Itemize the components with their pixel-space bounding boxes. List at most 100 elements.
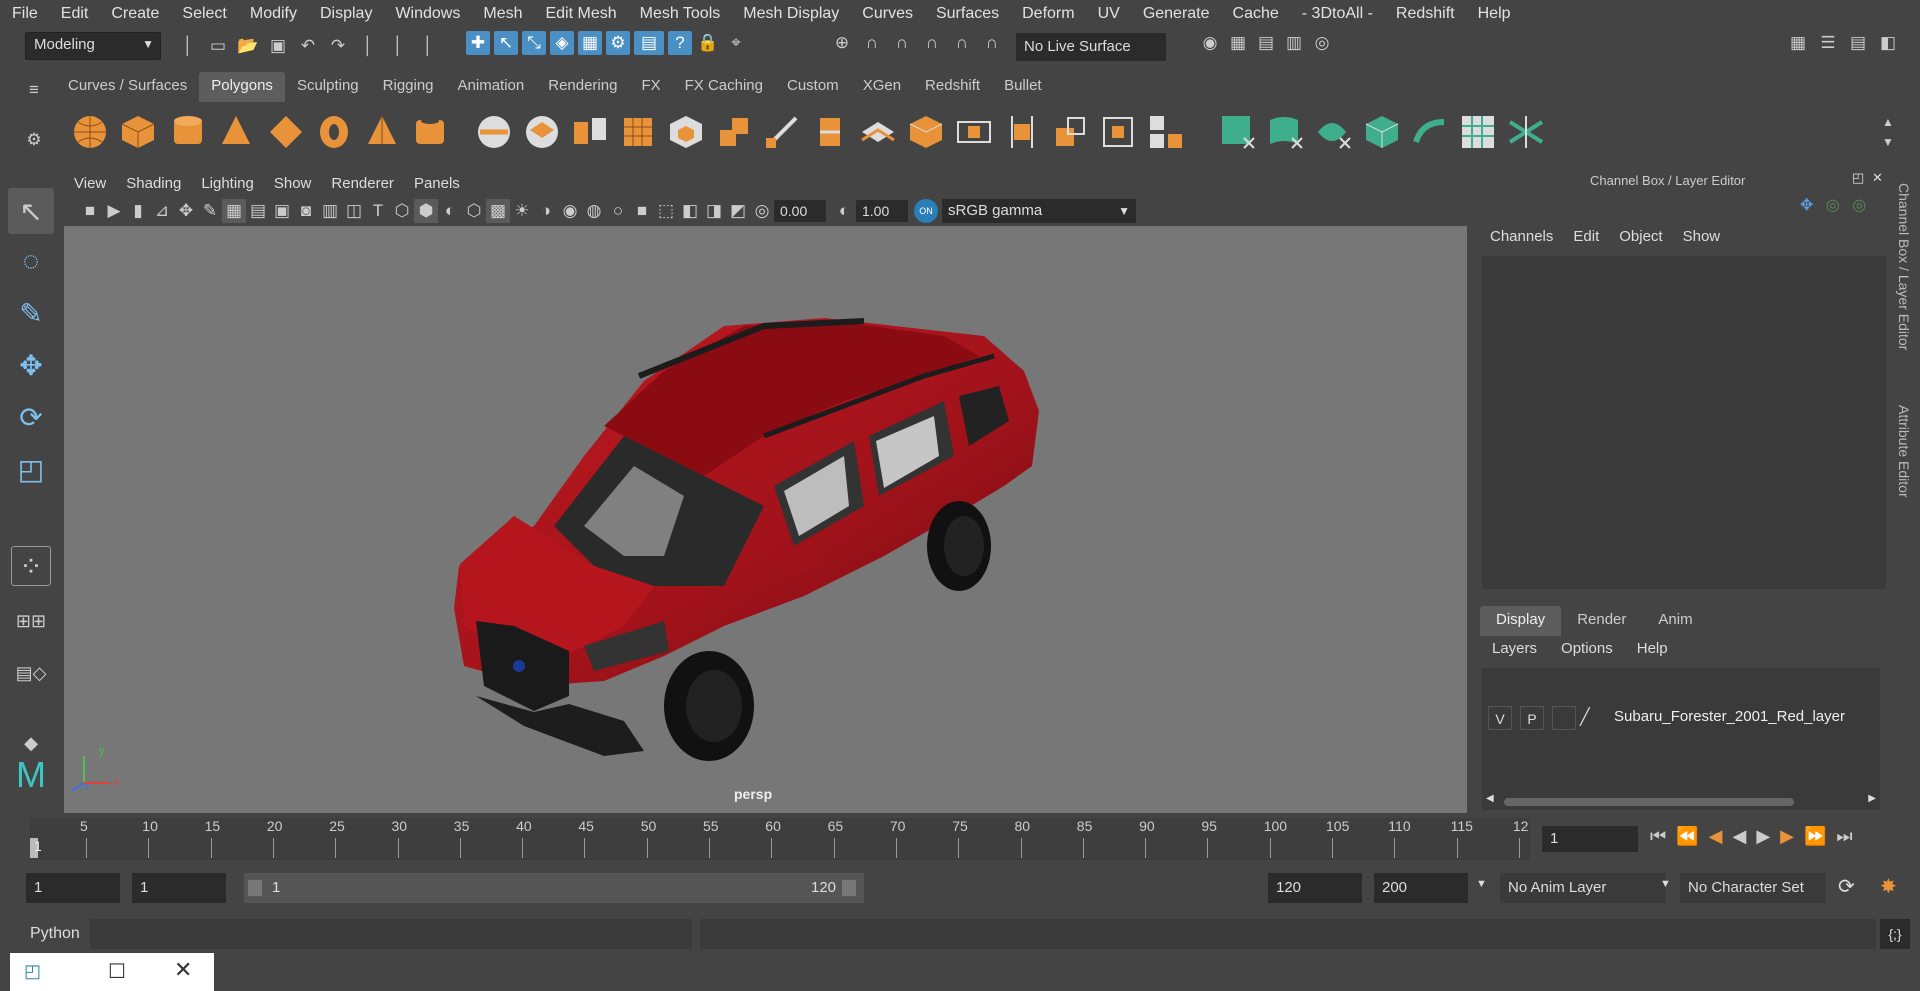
tool-settings-icon[interactable]: ▤ bbox=[1846, 31, 1870, 55]
textured-icon[interactable]: ▩ bbox=[486, 199, 510, 223]
layer-menu-help[interactable]: Help bbox=[1625, 640, 1680, 664]
camera-attributes-icon[interactable]: ▶ bbox=[102, 199, 126, 223]
layer-name[interactable]: Subaru_Forester_2001_Red_layer bbox=[1614, 708, 1845, 725]
speed-icon[interactable]: ◎ bbox=[1826, 197, 1840, 214]
step-forward-key-icon[interactable]: ⏩ bbox=[1804, 826, 1826, 847]
playback-end-field[interactable]: 120 bbox=[1268, 873, 1362, 903]
menu-mesh-tools[interactable]: Mesh Tools bbox=[628, 5, 732, 23]
extract-icon[interactable] bbox=[570, 112, 610, 152]
poly-pyramid-icon[interactable] bbox=[362, 112, 402, 152]
layer-menu-options[interactable]: Options bbox=[1549, 640, 1625, 664]
auto-key-icon[interactable]: ⟳ bbox=[1838, 874, 1855, 899]
screen-space-ao-icon[interactable]: ◉ bbox=[558, 199, 582, 223]
scroll-right-icon[interactable]: ▶ bbox=[1868, 793, 1876, 804]
viewport-menu-view[interactable]: View bbox=[64, 175, 116, 192]
target-weld-icon[interactable] bbox=[1098, 112, 1138, 152]
menu-deform[interactable]: Deform bbox=[1010, 5, 1085, 23]
exposure-field[interactable]: 0.00 bbox=[774, 200, 826, 222]
insert-edge-loop-icon[interactable] bbox=[810, 112, 850, 152]
menu-help[interactable]: Help bbox=[1466, 5, 1522, 23]
smooth-icon[interactable] bbox=[618, 112, 658, 152]
shadows-icon[interactable]: ◑ bbox=[534, 199, 558, 223]
menu-display[interactable]: Display bbox=[308, 5, 383, 23]
cmd-input[interactable] bbox=[90, 919, 692, 949]
layer-type-toggle[interactable] bbox=[1552, 706, 1576, 730]
snap-view-icon[interactable]: ▤ bbox=[634, 31, 664, 55]
paint-select-tool-icon[interactable]: ✎ bbox=[8, 290, 54, 336]
snap-view-icon[interactable]: ∩ bbox=[980, 31, 1004, 55]
isolate-select-icon[interactable]: ⬚ bbox=[654, 199, 678, 223]
chevron-down-icon[interactable]: ▼ bbox=[1660, 878, 1671, 890]
bookmark-icon[interactable]: ▮ bbox=[126, 199, 150, 223]
wireframe-on-shaded-icon[interactable]: ⬡ bbox=[462, 199, 486, 223]
channel-box-menu-channels[interactable]: Channels bbox=[1480, 228, 1563, 252]
tab-render[interactable]: Render bbox=[1561, 606, 1642, 636]
perspective-viewport[interactable]: y x z persp bbox=[64, 226, 1467, 813]
xray-icon[interactable]: ◧ bbox=[678, 199, 702, 223]
manipulator-icon[interactable]: ✥ bbox=[1800, 197, 1813, 214]
layer-visibility-toggle[interactable]: V bbox=[1488, 706, 1512, 730]
shelf-menu-icon[interactable]: ≡ bbox=[22, 78, 46, 102]
gamma-icon[interactable]: ◐ bbox=[832, 199, 856, 223]
maximize-icon[interactable]: ☐ bbox=[108, 959, 126, 984]
snap-curve-icon[interactable]: ∩ bbox=[860, 31, 884, 55]
snap-point-icon[interactable]: ∩ bbox=[890, 31, 914, 55]
undo-icon[interactable]: ↶ bbox=[296, 34, 320, 58]
scale-tool-icon[interactable]: ◰ bbox=[8, 446, 54, 492]
shelf-tab-sculpting[interactable]: Sculpting bbox=[285, 72, 371, 102]
exposure-icon[interactable]: ◎ bbox=[750, 199, 774, 223]
viewport-menu-renderer[interactable]: Renderer bbox=[321, 175, 404, 192]
gear-icon[interactable]: ⚙ bbox=[22, 128, 46, 152]
depth-of-field-icon[interactable]: ■ bbox=[630, 199, 654, 223]
layer-menu-layers[interactable]: Layers bbox=[1480, 640, 1549, 664]
playback-start-field[interactable]: 1 bbox=[132, 873, 226, 903]
menu-generate[interactable]: Generate bbox=[1131, 5, 1221, 23]
scroll-left-icon[interactable]: ◀ bbox=[1486, 793, 1494, 804]
script-editor-icon[interactable]: {;} bbox=[1880, 919, 1910, 949]
preferences-icon[interactable]: ✸ bbox=[1880, 874, 1897, 899]
move-tool-icon[interactable]: ✥ bbox=[8, 342, 54, 388]
render-view-icon[interactable]: ◉ bbox=[1198, 31, 1222, 55]
render-settings-icon[interactable]: ▥ bbox=[1282, 31, 1306, 55]
restore-icon[interactable]: ◰ bbox=[24, 961, 41, 982]
poly-sphere-icon[interactable] bbox=[70, 112, 110, 152]
uv-layout-icon[interactable] bbox=[1506, 112, 1546, 152]
poly-cylinder-icon[interactable] bbox=[168, 112, 208, 152]
layer-scrollbar[interactable]: ◀ ▶ bbox=[1486, 793, 1876, 808]
side-tab-channel-box[interactable]: Channel Box / Layer Editor bbox=[1896, 183, 1912, 350]
viewport-menu-lighting[interactable]: Lighting bbox=[191, 175, 264, 192]
poly-pipe-icon[interactable] bbox=[410, 112, 450, 152]
snap-curve-icon[interactable]: ▦ bbox=[578, 31, 602, 55]
outliner-layout-icon[interactable]: ▤◇ bbox=[8, 650, 54, 696]
modeling-toolkit-icon[interactable]: ▦ bbox=[1786, 31, 1810, 55]
default-material-icon[interactable]: ◐ bbox=[438, 199, 462, 223]
shelf-tab-polygons[interactable]: Polygons bbox=[199, 72, 285, 102]
step-forward-frame-icon[interactable]: ▶ bbox=[1780, 826, 1794, 847]
snap-live-icon[interactable]: ∩ bbox=[950, 31, 974, 55]
smooth-shade-icon[interactable]: ⬢ bbox=[414, 199, 438, 223]
go-to-end-icon[interactable]: ⏭ bbox=[1836, 826, 1852, 847]
menu-redshift[interactable]: Redshift bbox=[1384, 5, 1466, 23]
shelf-tab-custom[interactable]: Custom bbox=[775, 72, 851, 102]
lights-icon[interactable]: ☀ bbox=[510, 199, 534, 223]
viewport-menu-show[interactable]: Show bbox=[264, 175, 322, 192]
maya-logo-icon[interactable]: M bbox=[8, 752, 54, 798]
bridge-icon[interactable] bbox=[954, 112, 994, 152]
layer-color-icon[interactable]: ╱ bbox=[1580, 706, 1598, 730]
poly-torus-icon[interactable] bbox=[314, 112, 354, 152]
image-plane-icon[interactable]: ⊿ bbox=[150, 199, 174, 223]
poly-plane-icon[interactable] bbox=[266, 112, 306, 152]
help-icon[interactable]: ? bbox=[668, 31, 692, 55]
uv-editor-icon[interactable] bbox=[1458, 112, 1498, 152]
safe-title-icon[interactable]: T bbox=[366, 199, 390, 223]
lasso-tool-icon[interactable]: ◌ bbox=[8, 238, 54, 284]
extrude-icon[interactable] bbox=[714, 112, 754, 152]
poly-cone-icon[interactable] bbox=[216, 112, 256, 152]
menu-edit-mesh[interactable]: Edit Mesh bbox=[533, 5, 627, 23]
shelf-tab-fx[interactable]: FX bbox=[629, 72, 672, 102]
color-management-toggle-icon[interactable]: ON bbox=[914, 199, 938, 223]
play-forward-icon[interactable]: ▶ bbox=[1756, 826, 1770, 847]
new-scene-icon[interactable]: ▭ bbox=[206, 34, 230, 58]
play-backward-icon[interactable]: ◀ bbox=[1732, 826, 1746, 847]
select-hierarchy-icon[interactable]: ✚ bbox=[466, 31, 490, 55]
